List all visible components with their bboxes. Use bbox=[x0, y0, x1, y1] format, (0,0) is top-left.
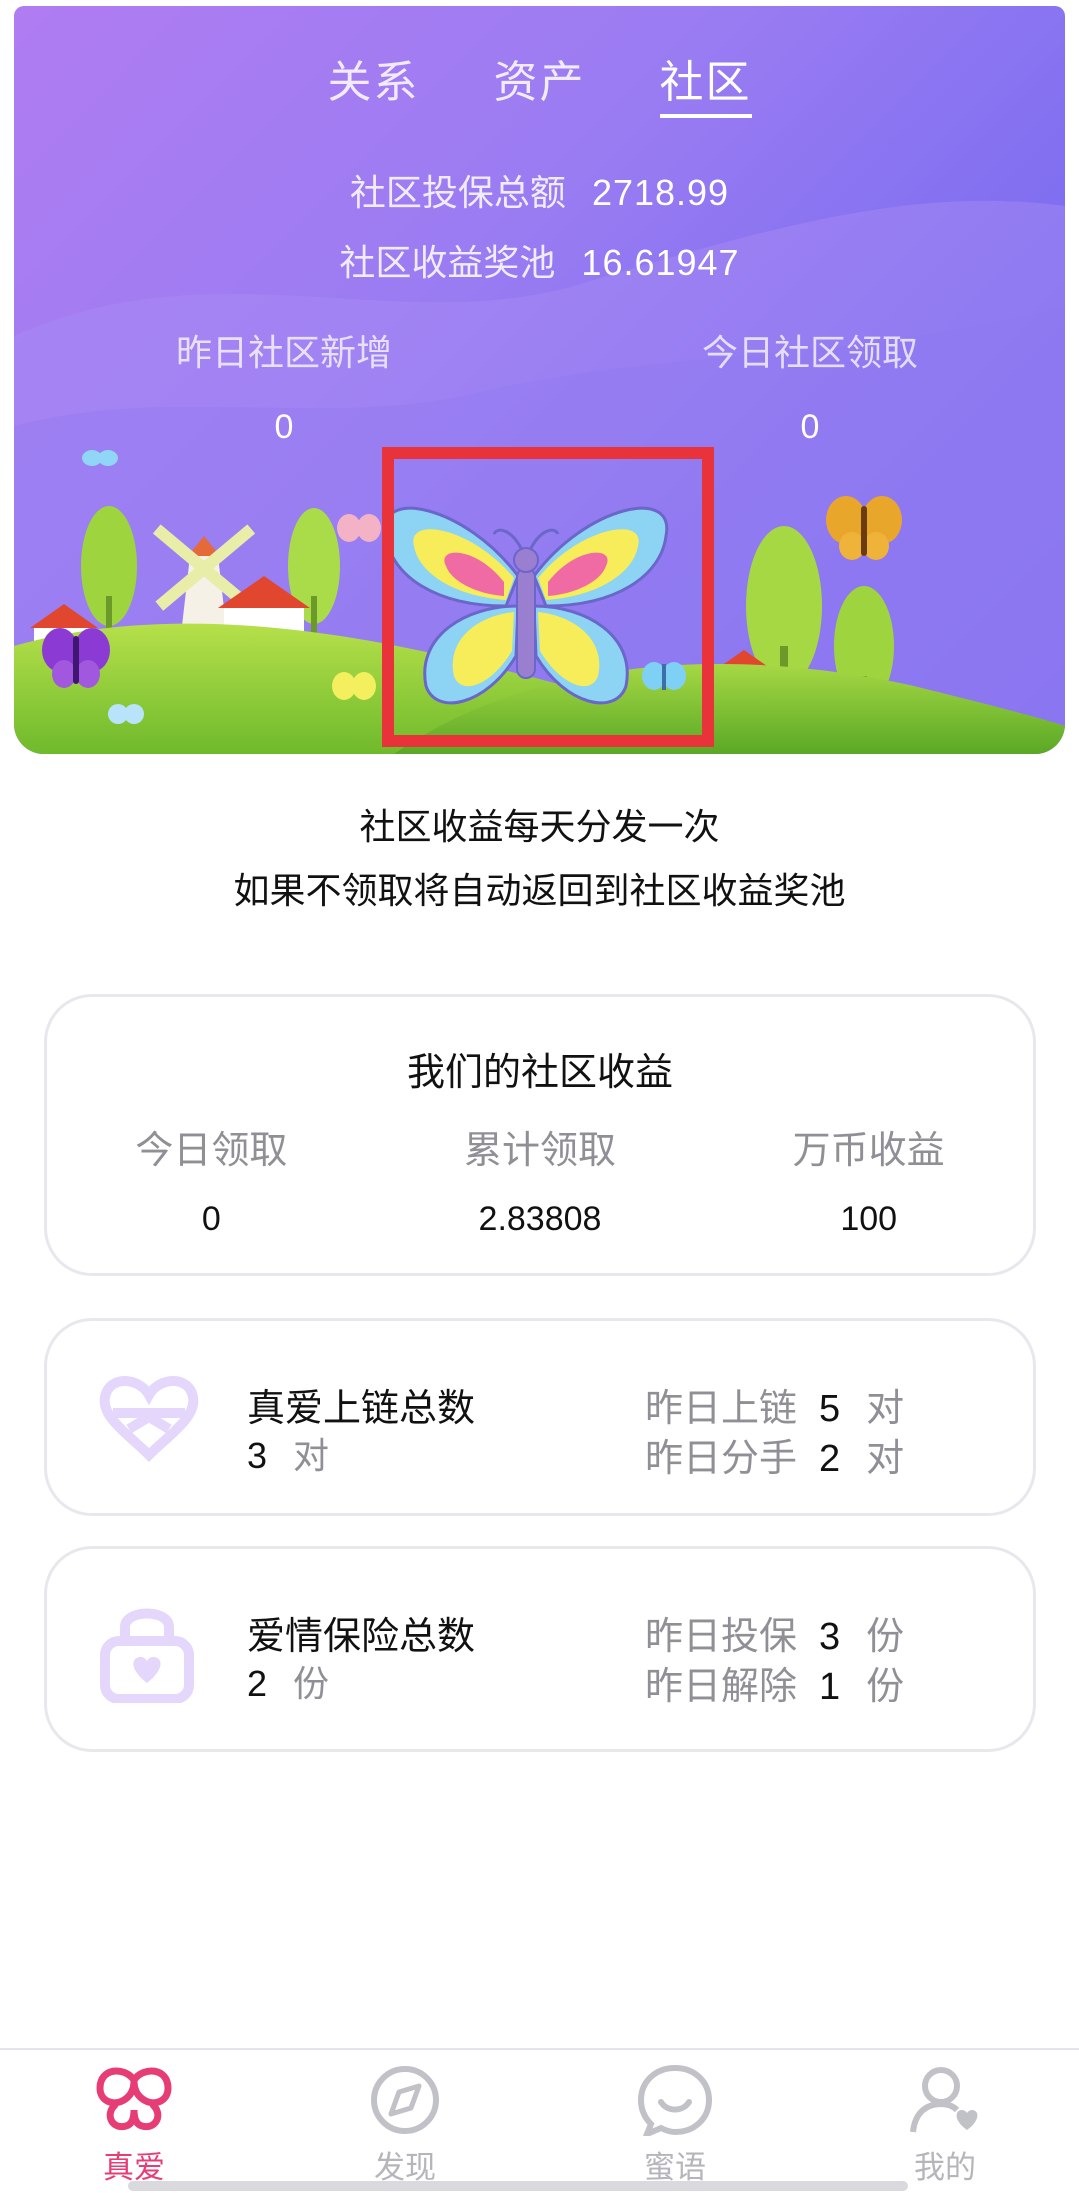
today-community-claim-stat: 今日社区领取 0 bbox=[630, 324, 990, 447]
stat-label: 万币收益 bbox=[792, 1128, 945, 1172]
stat-label: 今日领取 bbox=[135, 1128, 288, 1172]
per-10k-earnings-stat: 万币收益 100 bbox=[704, 1119, 1033, 1239]
yesterday-community-new-label: 昨日社区新增 bbox=[175, 333, 392, 374]
bottom-navigation-bar: 真爱 发现 蜜语 我的 bbox=[0, 2048, 1079, 2193]
yesterday-insured-row: 昨日投保 3 份 bbox=[645, 1614, 905, 1658]
today-community-claim-value: 0 bbox=[800, 408, 820, 446]
true-love-chain-total-label: 真爱上链总数 bbox=[247, 1386, 476, 1430]
community-insured-total-value: 2718.99 bbox=[591, 172, 730, 213]
tab-relationship[interactable]: 关系 bbox=[328, 46, 420, 118]
love-insurance-card: 爱情保险总数 2份 昨日投保 3 份 昨日解除 1 份 bbox=[44, 1546, 1036, 1752]
love-insurance-total-label: 爱情保险总数 bbox=[247, 1614, 476, 1658]
home-indicator[interactable] bbox=[128, 2181, 908, 2191]
community-earnings-card: 我们的社区收益 今日领取 0 累计领取 2.83808 万币收益 100 bbox=[44, 994, 1036, 1276]
community-insured-total-label: 社区投保总额 bbox=[349, 173, 566, 214]
nav-true-love[interactable]: 真爱 bbox=[54, 2064, 214, 2187]
community-pool-row: 社区收益奖池 16.61947 bbox=[14, 234, 1065, 286]
today-claim-stat: 今日领取 0 bbox=[47, 1119, 376, 1239]
love-knot-icon bbox=[96, 2067, 172, 2131]
top-tab-bar: 关系 资产 社区 bbox=[14, 46, 1065, 118]
love-insurance-total-value: 2份 bbox=[247, 1663, 330, 1705]
lock-heart-icon bbox=[100, 1608, 194, 1703]
heart-chain-icon bbox=[99, 1376, 199, 1463]
community-insured-total-row: 社区投保总额 2718.99 bbox=[14, 164, 1065, 216]
nav-discover[interactable]: 发现 bbox=[325, 2064, 485, 2187]
nav-sweet-talk[interactable]: 蜜语 bbox=[595, 2064, 755, 2187]
yesterday-breakup-row: 昨日分手 2 对 bbox=[645, 1436, 905, 1480]
compass-icon bbox=[371, 2066, 439, 2134]
stat-value: 100 bbox=[840, 1200, 898, 1238]
stat-label: 累计领取 bbox=[464, 1128, 617, 1172]
nav-me[interactable]: 我的 bbox=[865, 2064, 1025, 2187]
true-love-chain-total-value: 3对 bbox=[247, 1435, 330, 1477]
true-love-chain-card: 真爱上链总数 3对 昨日上链 5 对 昨日分手 2 对 bbox=[44, 1318, 1036, 1516]
tab-assets[interactable]: 资产 bbox=[494, 46, 586, 118]
yesterday-chained-row: 昨日上链 5 对 bbox=[645, 1386, 905, 1430]
stat-value: 2.83808 bbox=[478, 1200, 602, 1238]
community-pool-value: 16.61947 bbox=[581, 242, 740, 283]
total-claim-stat: 累计领取 2.83808 bbox=[376, 1119, 705, 1239]
tab-community[interactable]: 社区 bbox=[659, 46, 752, 118]
highlight-box bbox=[382, 447, 714, 747]
yesterday-community-new-stat: 昨日社区新增 0 bbox=[104, 324, 464, 447]
stat-value: 0 bbox=[201, 1200, 221, 1238]
yesterday-community-new-value: 0 bbox=[274, 408, 294, 446]
notice-line-1: 社区收益每天分发一次 bbox=[359, 807, 720, 848]
today-community-claim-label: 今日社区领取 bbox=[701, 333, 918, 374]
community-pool-label: 社区收益奖池 bbox=[339, 243, 556, 284]
notice-line-2: 如果不领取将自动返回到社区收益奖池 bbox=[233, 871, 846, 912]
card-title: 我们的社区收益 bbox=[406, 1050, 673, 1094]
profile-heart-icon bbox=[910, 2067, 978, 2133]
yesterday-cancelled-row: 昨日解除 1 份 bbox=[645, 1664, 905, 1708]
chat-smile-icon bbox=[637, 2064, 713, 2140]
